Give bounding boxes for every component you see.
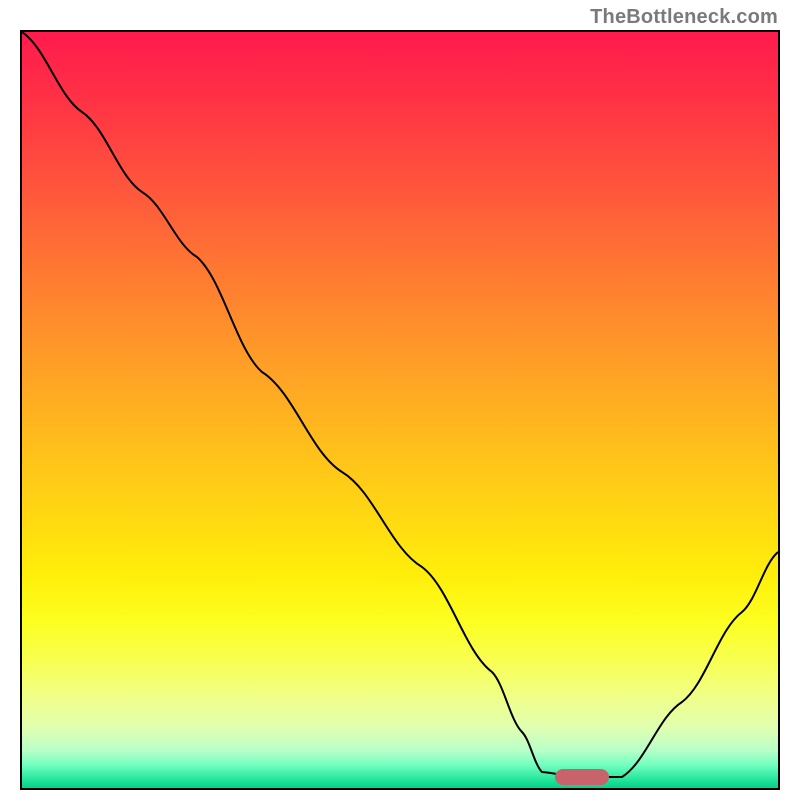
chart-frame: [20, 30, 780, 790]
optimal-marker: [555, 769, 609, 785]
bottleneck-curve: [22, 32, 778, 777]
curve-layer: [22, 32, 778, 788]
watermark-text: TheBottleneck.com: [590, 6, 778, 29]
